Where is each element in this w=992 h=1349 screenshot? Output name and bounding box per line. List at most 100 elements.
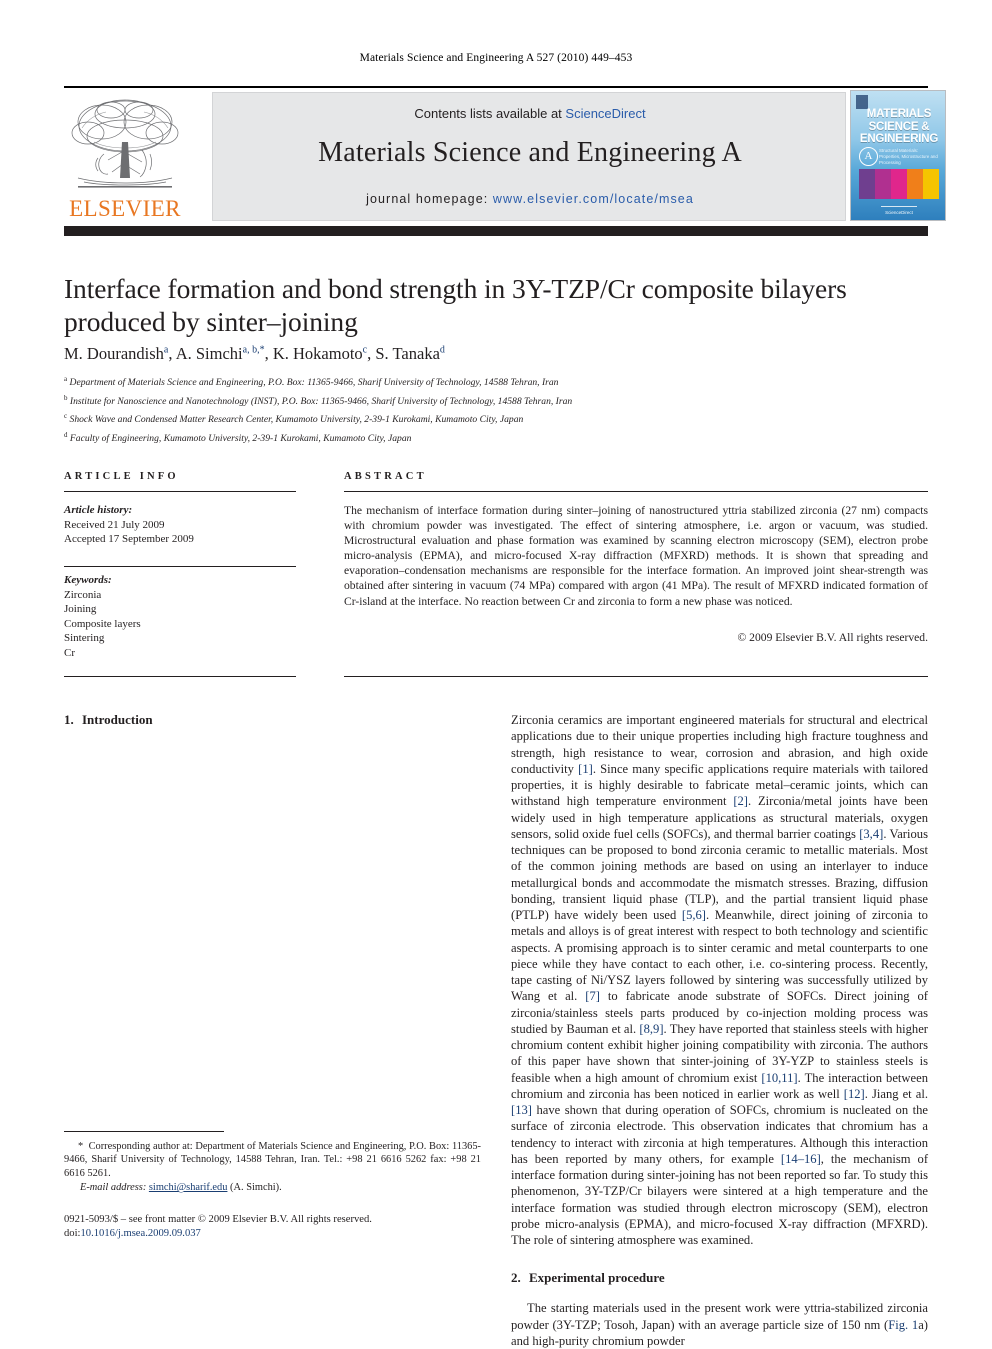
journal-title: Materials Science and Engineering A — [318, 137, 742, 168]
email-owner: (A. Simchi). — [230, 1182, 282, 1194]
article-history-label: Article history: — [64, 504, 133, 516]
section-heading-experimental: 2. Experimental procedure — [511, 1270, 928, 1286]
citation-ref[interactable]: [5,6] — [682, 908, 706, 922]
text-run: . Jiang et al. — [864, 1086, 928, 1101]
affiliation-text: Institute for Nanoscience and Nanotechno… — [69, 395, 573, 407]
corresponding-author-note: * Corresponding author at: Department of… — [64, 1140, 481, 1195]
footnote-marker: * — [78, 1141, 84, 1152]
paragraph-experimental: The starting materials used in the prese… — [511, 1300, 928, 1349]
running-head: Materials Science and Engineering A 527 … — [359, 52, 633, 64]
affiliation-item: d Faculty of Engineering, Kumamoto Unive… — [64, 428, 928, 447]
cover-title-line2: SCIENCE & — [868, 120, 930, 133]
section-number: 1. — [64, 712, 74, 727]
cover-footer-text: ScienceDirect — [885, 210, 913, 215]
imprint-block: 0921-5093/$ – see front matter © 2009 El… — [64, 1213, 481, 1241]
elsevier-mark-icon — [856, 95, 868, 109]
cover-subtitle: Structural Materials: Properties, Micros… — [879, 148, 938, 165]
keyword-item: Joining — [64, 603, 97, 616]
author-list: M. Dourandisha, A. Simchia, b,*, K. Hoka… — [64, 344, 445, 363]
cover-title-line1: MATERIALS — [866, 108, 932, 120]
citation-ref[interactable]: [8,9] — [639, 1022, 663, 1036]
section-title: Experimental procedure — [529, 1270, 665, 1286]
text-run: The starting materials used in the prese… — [511, 1301, 928, 1332]
cover-title: MATERIALS SCIENCE & ENGINEERING — [851, 108, 945, 146]
journal-homepage-line: journal homepage: www.elsevier.com/locat… — [213, 192, 847, 206]
affiliation-text: Department of Materials Science and Engi… — [69, 377, 559, 389]
contents-prefix: Contents lists available at — [414, 106, 566, 121]
citation-ref[interactable]: [3,4] — [859, 827, 883, 841]
figure-ref[interactable]: Fig. 1 — [888, 1318, 918, 1332]
masthead-top-rule — [64, 86, 928, 88]
keywords-block: Keywords: Zirconia Joining Composite lay… — [64, 573, 296, 661]
affiliation-text: Faculty of Engineering, Kumamoto Univers… — [69, 432, 412, 444]
article-history-received: Received 21 July 2009 — [64, 518, 165, 531]
email-line: E-mail address: simchi@sharif.edu (A. Si… — [64, 1181, 481, 1194]
doi-line: doi:10.1016/j.msea.2009.09.037 — [64, 1227, 481, 1241]
citation-ref[interactable]: [12] — [844, 1087, 865, 1101]
masthead: ELSEVIER Contents lists available at Sci… — [64, 90, 946, 223]
doi-link[interactable]: 10.1016/j.msea.2009.09.037 — [80, 1228, 200, 1239]
author-affil-mark: c — [362, 344, 368, 356]
author-affil-mark: d — [439, 344, 445, 356]
affiliation-text: Shock Wave and Condensed Matter Research… — [69, 414, 524, 426]
elsevier-logo: ELSEVIER — [64, 92, 186, 222]
affiliation-mark: a — [64, 375, 68, 383]
citation-ref[interactable]: [1] — [578, 762, 593, 776]
keyword-item: Sintering — [64, 632, 105, 645]
article-info-bottom-rule — [64, 676, 296, 677]
series-a-badge: A — [859, 147, 878, 166]
abstract-copyright: © 2009 Elsevier B.V. All rights reserved… — [737, 631, 928, 644]
author-name: M. Dourandish — [64, 344, 164, 363]
cover-subtitle-group: A Structural Materials: Properties, Micr… — [859, 147, 939, 166]
corresponding-author-text: Corresponding author at: Department of M… — [64, 1141, 481, 1179]
abstract-heading: ABSTRACT — [344, 471, 427, 482]
elsevier-wordmark: ELSEVIER — [69, 196, 181, 221]
citation-ref[interactable]: [13] — [511, 1103, 532, 1117]
affiliation-item: c Shock Wave and Condensed Matter Resear… — [64, 409, 928, 428]
section-number: 2. — [511, 1270, 521, 1286]
citation-ref[interactable]: [10,11] — [761, 1071, 797, 1085]
email-link[interactable]: simchi@sharif.edu — [149, 1182, 228, 1193]
page-title: Interface formation and bond strength in… — [64, 273, 847, 337]
author-name: A. Simchi — [175, 344, 243, 363]
masthead-separator-bar — [64, 226, 928, 236]
cover-micrograph-tiles — [859, 169, 939, 199]
affiliation-item: b Institute for Nanoscience and Nanotech… — [64, 391, 928, 410]
keyword-item: Composite layers — [64, 617, 141, 630]
author-affil-mark: a — [163, 344, 169, 356]
citation-ref[interactable]: [7] — [585, 989, 600, 1003]
contents-available-line: Contents lists available at ScienceDirec… — [213, 106, 847, 121]
journal-cover-thumbnail[interactable]: MATERIALS SCIENCE & ENGINEERING A Struct… — [850, 90, 946, 221]
journal-banner: Contents lists available at ScienceDirec… — [212, 92, 846, 221]
affiliation-list: a Department of Materials Science and En… — [64, 372, 928, 446]
abstract-text: The mechanism of interface formation dur… — [344, 504, 928, 608]
email-label: E-mail address: — [80, 1182, 147, 1194]
author-affil-mark: a, b,* — [242, 344, 265, 356]
article-history: Article history: Received 21 July 2009 A… — [64, 503, 296, 547]
affiliation-mark: d — [64, 430, 68, 439]
keywords-label: Keywords: — [64, 574, 112, 586]
abstract-bottom-rule — [344, 676, 928, 677]
section-heading-introduction: 1. Introduction — [64, 712, 481, 728]
homepage-url-link[interactable]: www.elsevier.com/locate/msea — [493, 192, 694, 206]
section-title: Introduction — [82, 712, 153, 727]
author-name: K. Hokamoto — [272, 344, 363, 363]
citation-ref[interactable]: [14–16] — [781, 1152, 821, 1166]
text-run: , the mechanism of interface formation d… — [511, 1151, 929, 1247]
body-column-left: 1. Introduction — [64, 712, 481, 742]
affiliation-item: a Department of Materials Science and En… — [64, 372, 928, 391]
author-name: S. Tanaka — [375, 344, 440, 363]
keywords-rule — [64, 566, 296, 567]
footnote-rule — [64, 1131, 224, 1132]
paragraph-introduction-continued: Zirconia ceramics are important engineer… — [511, 712, 928, 1248]
cover-title-line3: ENGINEERING — [859, 133, 939, 145]
cover-footer-rule — [881, 206, 917, 207]
citation-ref[interactable]: [2] — [733, 794, 748, 808]
issn-copyright-line: 0921-5093/$ – see front matter © 2009 El… — [64, 1214, 372, 1225]
article-info-heading: ARTICLE INFO — [64, 471, 179, 482]
sciencedirect-link[interactable]: ScienceDirect — [565, 106, 645, 121]
keyword-item: Zirconia — [64, 588, 102, 601]
homepage-prefix: journal homepage: — [366, 192, 493, 206]
keyword-item: Cr — [64, 646, 75, 659]
abstract-rule — [344, 491, 928, 492]
